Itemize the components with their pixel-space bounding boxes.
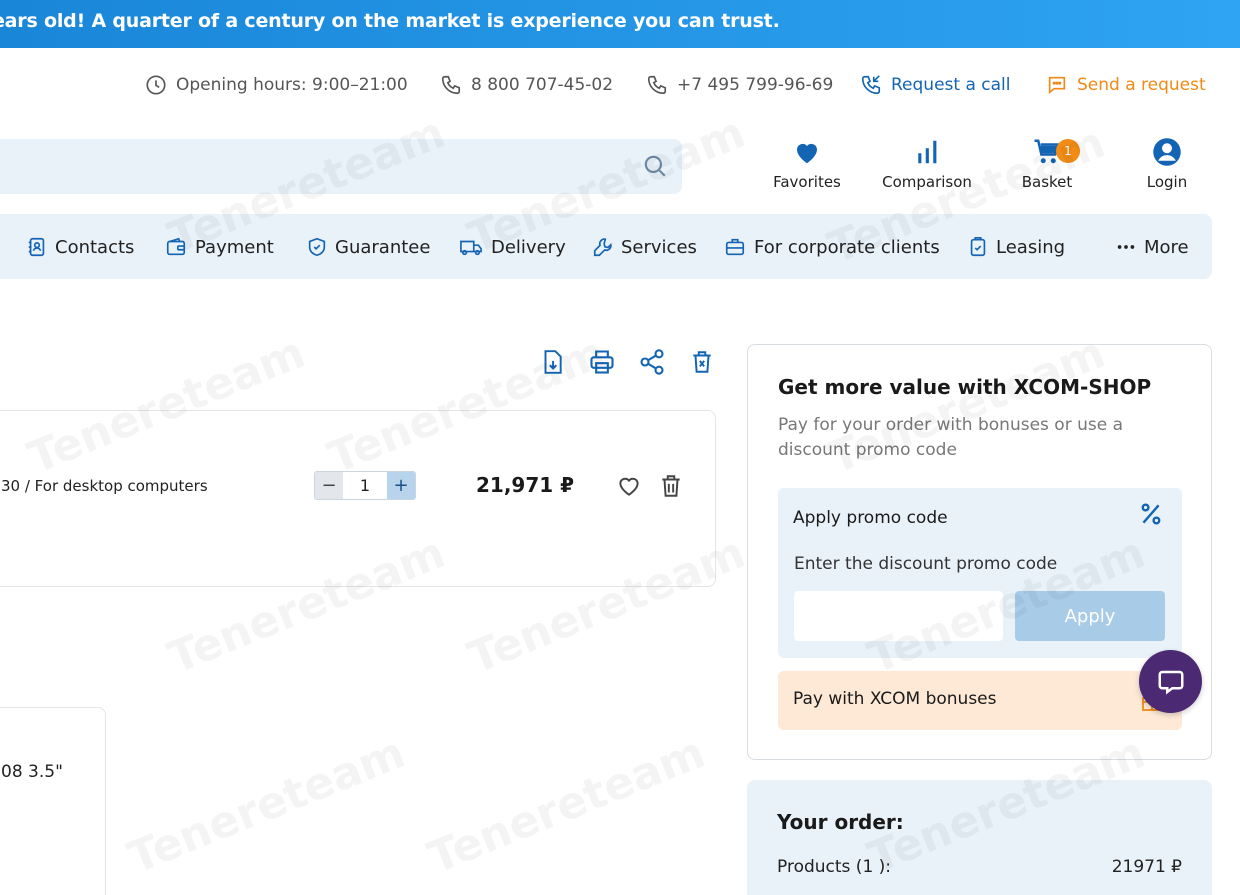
related-product-name[interactable]: 08 3.5" <box>1 762 63 782</box>
search-icon[interactable] <box>642 153 668 183</box>
user-icon <box>1153 138 1181 166</box>
contact-bar: Opening hours: 9:00–21:00 8 800 707-45-0… <box>0 70 1240 100</box>
briefcase-icon <box>725 238 745 256</box>
order-products-label: Products (1 ): <box>777 857 892 877</box>
request-call-link[interactable]: Request a call <box>860 70 1011 100</box>
clock-icon <box>146 75 166 95</box>
cart-actions <box>538 348 716 376</box>
promo-code-input[interactable] <box>794 591 1003 641</box>
related-item-card: 08 3.5" <box>0 707 106 895</box>
basket-count-badge: 1 <box>1056 139 1080 163</box>
bonus-label: Pay with XCOM bonuses <box>793 689 997 709</box>
nav-corporate[interactable]: For corporate clients <box>723 234 940 260</box>
phone-1-link[interactable]: 8 800 707-45-02 <box>440 70 613 100</box>
increase-quantity-button[interactable]: + <box>387 472 415 499</box>
order-products-row: Products (1 ): 21971 ₽ <box>777 857 1182 877</box>
nav-payment[interactable]: Payment <box>164 234 274 260</box>
order-products-total: 21971 ₽ <box>1111 857 1182 877</box>
comparison-button[interactable]: Comparison <box>877 137 977 191</box>
clipboard-check-icon <box>970 237 986 257</box>
page: ears old! A quarter of a century on the … <box>0 0 1240 895</box>
quantity-stepper: − 1 + <box>314 471 416 500</box>
opening-hours: Opening hours: 9:00–21:00 <box>145 70 408 100</box>
download-icon[interactable] <box>538 348 566 376</box>
chat-bubble-icon <box>1158 670 1183 694</box>
address-book-icon <box>28 237 45 257</box>
value-panel: Get more value with XCOM-SHOP Pay for yo… <box>747 344 1212 760</box>
order-title: Your order: <box>777 810 904 834</box>
shield-icon <box>308 237 326 257</box>
percent-icon <box>1138 501 1164 531</box>
value-panel-subtitle: Pay for your order with bonuses or use a… <box>778 415 1124 460</box>
heart-icon <box>797 143 817 164</box>
send-request-link[interactable]: Send a request <box>1046 70 1206 100</box>
login-button[interactable]: Login <box>1117 137 1217 191</box>
favorites-button[interactable]: Favorites <box>757 137 857 191</box>
order-summary: Your order: Products (1 ): 21971 ₽ <box>747 780 1212 895</box>
product-price: 21,971 ₽ <box>476 473 575 497</box>
main-nav: Contacts Payment Guarantee Delivery Serv… <box>0 214 1212 279</box>
nav-contacts[interactable]: Contacts <box>26 234 134 260</box>
phone-icon <box>441 75 461 95</box>
apply-promo-button[interactable]: Apply <box>1015 591 1165 641</box>
promo-code-box: Apply promo code Enter the discount prom… <box>778 488 1182 658</box>
truck-icon <box>460 240 482 256</box>
cart-item-card: 30 / For desktop computers − 1 + 21,971 … <box>0 410 716 587</box>
decrease-quantity-button[interactable]: − <box>315 472 343 499</box>
clear-cart-icon[interactable] <box>688 348 716 376</box>
nav-delivery[interactable]: Delivery <box>458 234 566 260</box>
watermark: Tenereteam <box>421 727 712 884</box>
more-dots-icon <box>1117 245 1135 249</box>
basket-button[interactable]: 1 Basket <box>997 137 1097 191</box>
bonus-box[interactable]: Pay with XCOM bonuses <box>778 671 1182 730</box>
phone-2-link[interactable]: +7 495 799-96-69 <box>646 70 833 100</box>
bar-chart-icon <box>918 140 937 164</box>
print-icon[interactable] <box>588 348 616 376</box>
promo-label: Enter the discount promo code <box>794 554 1058 574</box>
wallet-icon <box>166 237 186 256</box>
quantity-value[interactable]: 1 <box>343 472 387 499</box>
value-panel-title: Get more value with XCOM-SHOP <box>778 375 1152 399</box>
nav-services[interactable]: Services <box>592 234 697 260</box>
chat-message-icon <box>1048 76 1066 95</box>
nav-guarantee[interactable]: Guarantee <box>306 234 430 260</box>
watermark: Tenereteam <box>121 727 412 884</box>
promo-title: Apply promo code <box>793 508 948 528</box>
wrench-icon <box>593 238 612 257</box>
search-input[interactable] <box>10 151 610 181</box>
banner-text: ears old! A quarter of a century on the … <box>0 10 780 32</box>
share-icon[interactable] <box>638 348 666 376</box>
search-bar <box>0 139 682 194</box>
nav-leasing[interactable]: Leasing <box>967 234 1065 260</box>
promo-banner[interactable]: ears old! A quarter of a century on the … <box>0 0 1240 48</box>
phone-icon <box>647 75 667 95</box>
product-name[interactable]: 30 / For desktop computers <box>1 477 208 495</box>
chat-widget-button[interactable] <box>1139 650 1202 713</box>
trash-icon[interactable] <box>658 473 684 503</box>
nav-more[interactable]: More <box>1115 234 1189 260</box>
phone-callback-icon <box>861 75 881 95</box>
heart-outline-icon[interactable] <box>615 473 643 503</box>
